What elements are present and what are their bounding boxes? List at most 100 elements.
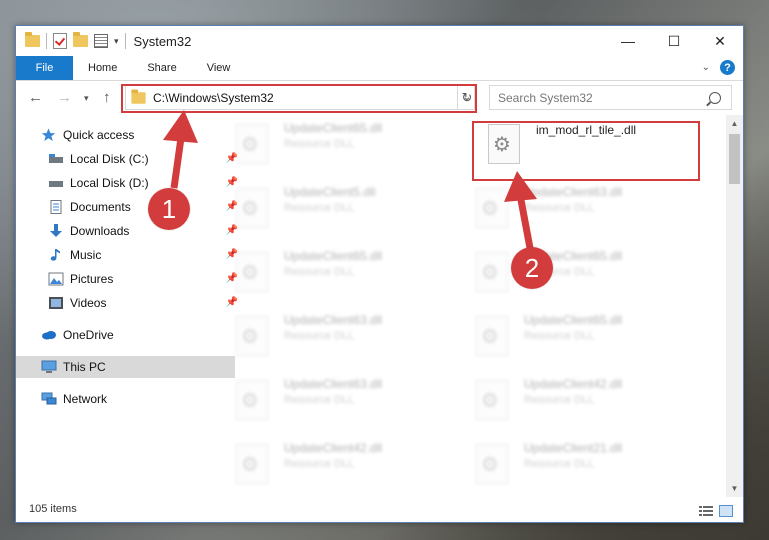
- list-item[interactable]: UpdateClient63.dll Resource DLL: [226, 308, 462, 366]
- minimize-button[interactable]: —: [605, 26, 651, 56]
- search-icon: [709, 91, 721, 104]
- sidebar-item-onedrive[interactable]: OneDrive: [16, 324, 235, 346]
- new-folder-icon[interactable]: [73, 32, 88, 47]
- sidebar-item-downloads[interactable]: Downloads 📌: [16, 220, 242, 242]
- sidebar-item-label: Network: [63, 392, 108, 406]
- properties-check-icon[interactable]: [53, 33, 67, 49]
- file-name: UpdateClient63.dll: [284, 377, 383, 391]
- forward-arrow-icon[interactable]: →: [57, 89, 72, 106]
- expand-ribbon-chevron-icon[interactable]: ⌄: [702, 62, 710, 73]
- list-item[interactable]: UpdateClient65.dll Resource DLL: [226, 244, 462, 302]
- list-item[interactable]: UpdateClient21.dll Resource DLL: [466, 436, 702, 494]
- drive-icon: [48, 152, 64, 166]
- list-item[interactable]: UpdateClient63.dll Resource DLL: [226, 372, 462, 430]
- title-bar: ▾ System32 — ☐ ✕: [16, 26, 743, 56]
- file-type: Resource DLL: [284, 138, 355, 150]
- file-name: UpdateClient65.dll: [284, 249, 383, 263]
- sidebar-item-label: This PC: [63, 360, 106, 374]
- status-bar: 105 items: [16, 496, 743, 522]
- sidebar-item-label: Local Disk (D:): [70, 176, 149, 190]
- sidebar-item-this-pc[interactable]: This PC: [16, 356, 235, 378]
- dll-file-icon: [476, 252, 508, 292]
- sidebar-item-label: Local Disk (C:): [70, 152, 149, 166]
- sidebar-item-quick-access[interactable]: Quick access: [16, 124, 235, 146]
- pictures-icon: [48, 272, 64, 286]
- address-bar-highlight: [121, 84, 477, 113]
- list-item[interactable]: UpdateClient65.dll Resource DLL: [466, 308, 702, 366]
- list-item[interactable]: UpdateClient63.dll Resource DLL: [466, 180, 702, 238]
- tab-home[interactable]: Home: [73, 56, 132, 80]
- ribbon-right: ⌄ ?: [702, 60, 735, 75]
- step-1-badge: 1: [148, 188, 190, 230]
- list-item[interactable]: UpdateClient65.dll Resource DLL: [226, 116, 462, 174]
- drive-icon: [48, 176, 64, 190]
- list-item[interactable]: UpdateClient42.dll Resource DLL: [226, 436, 462, 494]
- sidebar-item-documents[interactable]: Documents 📌: [16, 196, 242, 218]
- file-type: Resource DLL: [524, 202, 595, 214]
- close-button[interactable]: ✕: [697, 26, 743, 56]
- file-type: Resource DLL: [284, 330, 355, 342]
- dll-file-icon: [476, 444, 508, 484]
- sidebar-item-local-disk-c[interactable]: Local Disk (C:) 📌: [16, 148, 242, 170]
- search-box[interactable]: Search System32: [489, 85, 732, 110]
- network-icon: [41, 392, 57, 406]
- file-name: UpdateClient65.dll: [284, 121, 383, 135]
- list-item[interactable]: UpdateClient65.dll Resource DLL: [466, 244, 702, 302]
- file-name: UpdateClient63.dll: [284, 313, 383, 327]
- scrollbar-thumb[interactable]: [729, 134, 740, 184]
- quick-access-toolbar: ▾: [25, 32, 126, 49]
- file-name: UpdateClient63.dll: [524, 185, 623, 199]
- file-type: Resource DLL: [284, 202, 355, 214]
- file-name: UpdateClient5.dll: [284, 185, 376, 199]
- file-type: Resource DLL: [524, 394, 595, 406]
- file-name: UpdateClient65.dll: [524, 313, 623, 327]
- sidebar-item-label: Videos: [70, 296, 107, 310]
- sidebar-item-label: Pictures: [70, 272, 114, 286]
- videos-icon: [48, 296, 64, 310]
- dll-file-icon: [236, 124, 268, 164]
- list-item[interactable]: UpdateClient5.dll Resource DLL: [226, 180, 462, 238]
- maximize-button[interactable]: ☐: [651, 26, 697, 56]
- search-input[interactable]: Search System32: [498, 91, 709, 105]
- sidebar-item-label: Documents: [70, 200, 131, 214]
- properties-icon[interactable]: [94, 34, 108, 48]
- tab-file[interactable]: File: [16, 56, 73, 80]
- list-item[interactable]: UpdateClient42.dll Resource DLL: [466, 372, 702, 430]
- sidebar-item-pictures[interactable]: Pictures 📌: [16, 268, 242, 290]
- sidebar-item-videos[interactable]: Videos 📌: [16, 292, 242, 314]
- navigation-pane: Quick access Local Disk (C:) 📌 Local Dis…: [16, 116, 238, 496]
- large-icons-view-icon[interactable]: [719, 504, 733, 517]
- scroll-up-arrow-icon[interactable]: ▲: [726, 115, 743, 132]
- sidebar-item-label: Downloads: [70, 224, 130, 238]
- sidebar-item-label: Music: [70, 248, 102, 262]
- target-file-highlight: [472, 121, 700, 181]
- scroll-down-arrow-icon[interactable]: ▼: [726, 480, 743, 497]
- dll-file-icon: [476, 380, 508, 420]
- ribbon-tabs: File Home Share View ⌄ ?: [16, 56, 743, 81]
- tab-view[interactable]: View: [192, 56, 246, 80]
- file-type: Resource DLL: [284, 266, 355, 278]
- window-title: System32: [133, 33, 192, 49]
- sidebar-item-local-disk-d[interactable]: Local Disk (D:) 📌: [16, 172, 242, 194]
- sidebar-item-network[interactable]: Network: [16, 388, 235, 410]
- music-icon: [48, 248, 64, 262]
- step-2-badge: 2: [511, 247, 553, 289]
- tab-share[interactable]: Share: [132, 56, 191, 80]
- recent-locations-chevron-icon[interactable]: ▾: [84, 93, 89, 104]
- file-type: Resource DLL: [284, 394, 355, 406]
- computer-icon: [41, 360, 57, 374]
- back-arrow-icon[interactable]: ←: [28, 89, 43, 106]
- vertical-scrollbar[interactable]: ▲ ▼: [726, 115, 743, 497]
- help-icon[interactable]: ?: [720, 60, 735, 75]
- customize-toolbar-caret-icon[interactable]: ▾: [114, 36, 119, 47]
- sidebar-item-music[interactable]: Music 📌: [16, 244, 242, 266]
- up-arrow-icon[interactable]: ↑: [103, 89, 111, 106]
- dll-file-icon: [236, 188, 268, 228]
- file-name: UpdateClient42.dll: [284, 441, 383, 455]
- cloud-icon: [41, 328, 57, 342]
- details-view-icon[interactable]: [699, 504, 713, 516]
- documents-icon: [48, 200, 64, 214]
- dll-file-icon: [236, 252, 268, 292]
- sidebar-item-label: OneDrive: [63, 328, 114, 342]
- dll-file-icon: [236, 316, 268, 356]
